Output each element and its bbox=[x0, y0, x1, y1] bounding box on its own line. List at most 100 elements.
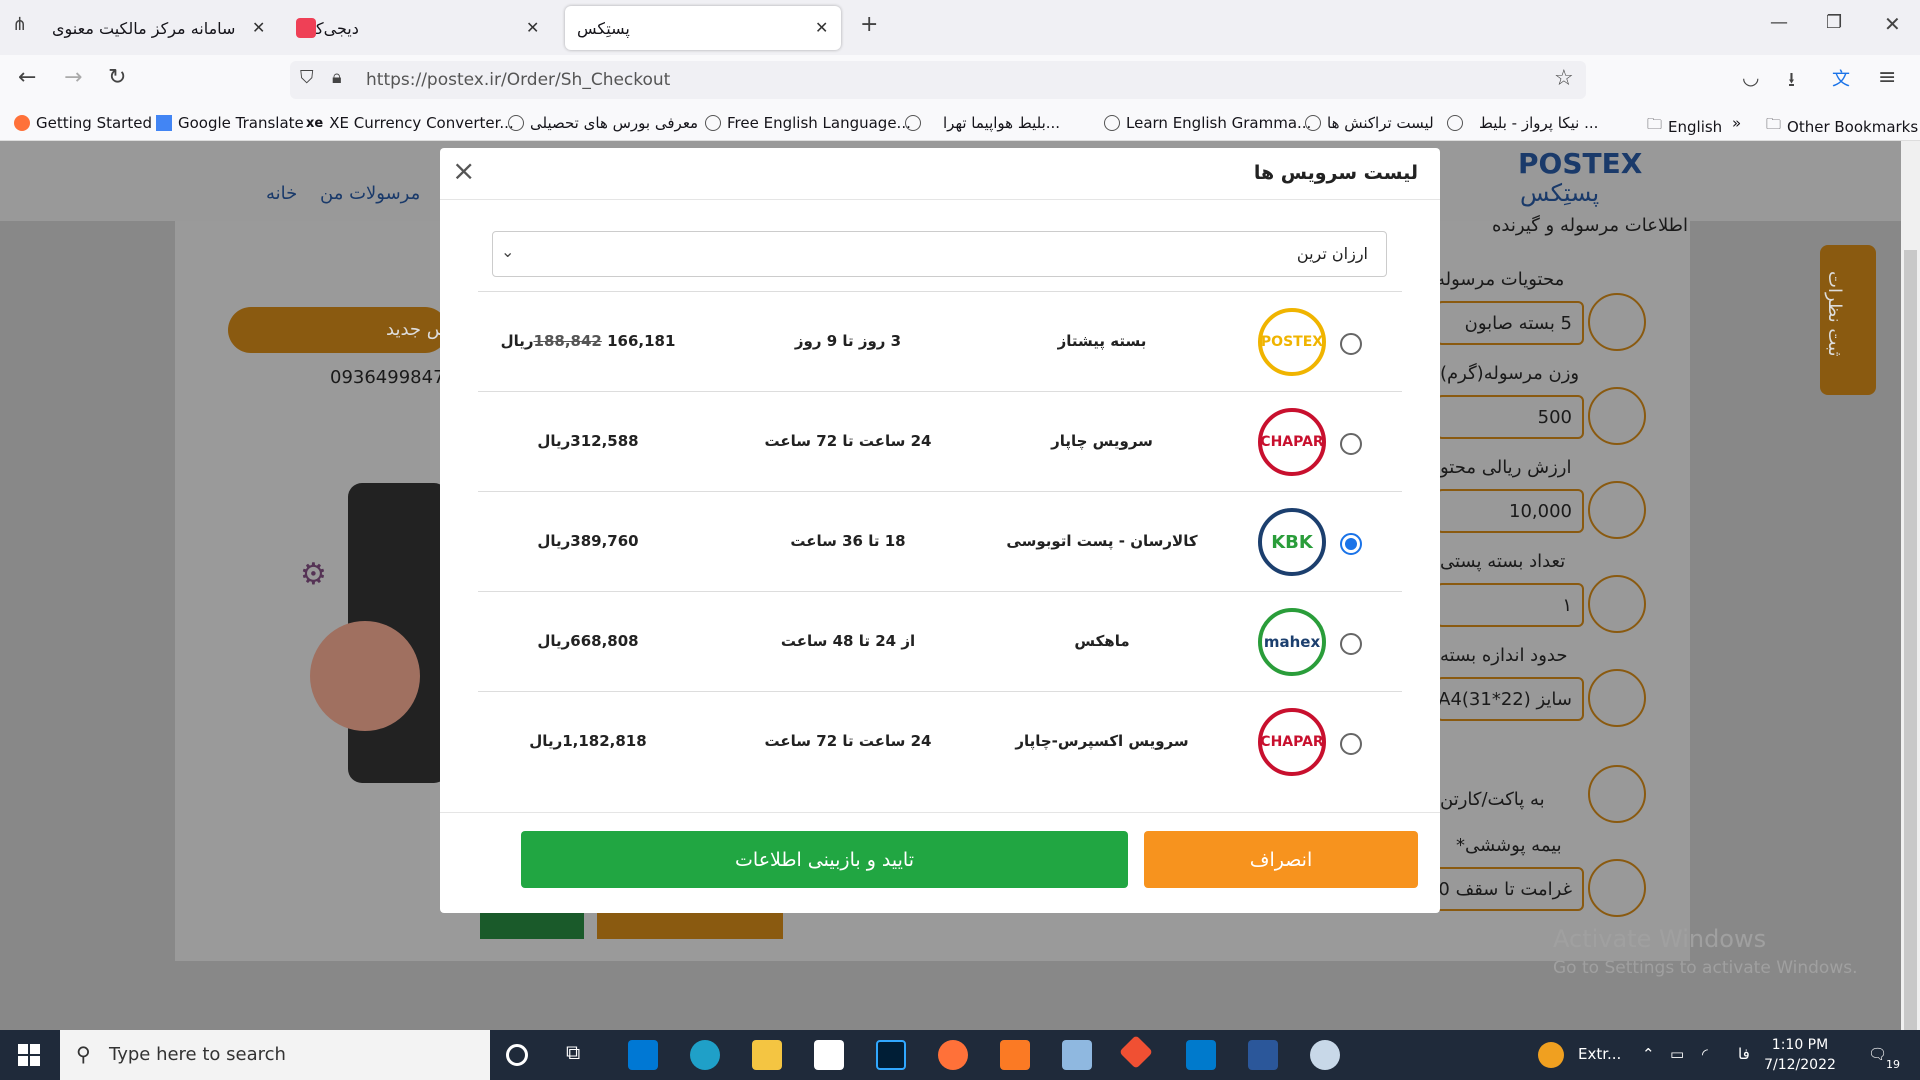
notification-icon[interactable]: 🗨︎ bbox=[1868, 1045, 1887, 1063]
bookmark-google-translate[interactable]: Google Translate bbox=[156, 114, 304, 132]
windows-start-icon[interactable] bbox=[18, 1044, 40, 1066]
nav-home[interactable]: خانه bbox=[266, 183, 297, 204]
cancel-button[interactable]: انصراف bbox=[1144, 831, 1418, 888]
uv-weather-icon[interactable] bbox=[1538, 1042, 1564, 1068]
weight-field[interactable]: 500 bbox=[1436, 395, 1584, 439]
mail-icon[interactable] bbox=[814, 1040, 844, 1070]
count-label: تعداد بسته پستی bbox=[1440, 551, 1566, 572]
vscode-icon[interactable] bbox=[1186, 1040, 1216, 1070]
chevron-up-icon[interactable]: ⌃ bbox=[1642, 1045, 1655, 1063]
clock-date: 7/12/2022 bbox=[1764, 1057, 1836, 1073]
search-icon: ⚲ bbox=[76, 1042, 91, 1066]
reload-icon[interactable]: ↻ bbox=[108, 65, 126, 90]
language-indicator[interactable]: فا bbox=[1738, 1045, 1750, 1063]
confirm-button[interactable]: تایید و بازبینی اطلاعات bbox=[521, 831, 1128, 888]
service-row[interactable]: CHAPAR سرویس چاپار 24 ساعت تا 72 ساعت 31… bbox=[478, 391, 1402, 491]
minimize-icon[interactable]: — bbox=[1770, 12, 1788, 33]
bookmark-free-english[interactable]: Free English Language... bbox=[705, 114, 911, 132]
close-icon[interactable]: ✕ bbox=[815, 18, 828, 37]
service-time: 24 ساعت تا 72 ساعت bbox=[764, 432, 932, 450]
tray-weather-text[interactable]: Extr... bbox=[1578, 1045, 1621, 1063]
close-icon[interactable]: ✕ bbox=[252, 18, 265, 37]
count-field[interactable]: ١ bbox=[1436, 583, 1584, 627]
service-row[interactable]: KBK کالارسان - پست اتوبوسی 18 تا 36 ساعت… bbox=[478, 491, 1402, 591]
git-icon[interactable] bbox=[1119, 1035, 1153, 1069]
bookmark-scholarship[interactable]: معرفی بورس های تحصیلی bbox=[508, 114, 698, 132]
money-bag-icon bbox=[1588, 481, 1646, 539]
restore-icon[interactable]: ❐ bbox=[1826, 12, 1842, 33]
service-radio[interactable] bbox=[1340, 433, 1362, 455]
task-view-icon[interactable]: ⧉ bbox=[566, 1040, 596, 1070]
more-bookmarks-icon[interactable]: » bbox=[1732, 114, 1741, 132]
edge-icon[interactable] bbox=[690, 1040, 720, 1070]
store-icon[interactable] bbox=[628, 1040, 658, 1070]
shield-icon[interactable]: ⛉ bbox=[300, 67, 314, 88]
nav-parcels[interactable]: مرسولات من bbox=[320, 183, 420, 204]
tab-ipo[interactable]: سامانه مرکز مالکیت معنوی ✕ bbox=[40, 6, 280, 50]
bookmark-flight[interactable]: بلیط هواپیما تهرا... bbox=[905, 114, 1060, 132]
translate-extension-icon[interactable]: 文 bbox=[1832, 65, 1850, 91]
packing-label: به پاکت/کارتن bbox=[1440, 789, 1545, 810]
new-tab-icon[interactable]: + bbox=[860, 12, 878, 37]
tab-list-icon[interactable]: ⋔ bbox=[12, 14, 27, 35]
contents-field[interactable]: 5 بسته صابون bbox=[1436, 301, 1584, 345]
insurance-icon bbox=[1588, 859, 1646, 917]
service-row[interactable]: mahex ماهکس از 24 تا 48 ساعت 668,808ریال bbox=[478, 591, 1402, 691]
close-icon[interactable]: ✕ bbox=[526, 18, 539, 37]
photoshop-icon[interactable] bbox=[876, 1040, 906, 1070]
bookmark-nika[interactable]: نیکا پرواز - بلیط ... bbox=[1447, 114, 1598, 132]
navigation-bar: ← → ↻ ⛉ 🔒︎ https://postex.ir/Order/Sh_Ch… bbox=[0, 55, 1920, 105]
bookmark-other[interactable]: 🗀︎ Other Bookmarks bbox=[1766, 114, 1918, 139]
url-text[interactable]: https://postex.ir/Order/Sh_Checkout bbox=[366, 70, 670, 90]
service-name: سرویس اکسپرس-چاپار bbox=[1015, 732, 1189, 750]
modal-title: لیست سرویس ها bbox=[1253, 162, 1418, 184]
bookmark-xe[interactable]: xe XE Currency Converter... bbox=[306, 114, 514, 132]
star-icon[interactable]: ☆ bbox=[1554, 66, 1574, 91]
service-radio[interactable] bbox=[1340, 633, 1362, 655]
value-field[interactable]: 10,000 bbox=[1436, 489, 1584, 533]
file-explorer-icon[interactable] bbox=[752, 1040, 782, 1070]
pocket-icon[interactable]: ◡ bbox=[1742, 65, 1759, 89]
tab-postex[interactable]: پستِکس ✕ bbox=[565, 6, 841, 50]
notepad-icon[interactable] bbox=[1062, 1040, 1092, 1070]
service-radio[interactable] bbox=[1340, 733, 1362, 755]
wifi-icon[interactable]: ◜ bbox=[1702, 1045, 1708, 1063]
bookmark-english-folder[interactable]: 🗀︎ English bbox=[1647, 114, 1722, 139]
taskbar-search[interactable]: ⚲ Type here to search bbox=[60, 1030, 490, 1080]
close-icon[interactable]: × bbox=[452, 154, 475, 187]
scrollbar-thumb[interactable] bbox=[1904, 250, 1917, 1030]
illustration-gear bbox=[310, 621, 420, 731]
size-label: حدود اندازه بسته bbox=[1440, 645, 1568, 666]
battery-icon[interactable]: ▭ bbox=[1670, 1045, 1684, 1063]
back-icon[interactable]: ← bbox=[18, 65, 36, 90]
service-name: کالارسان - پست اتوبوسی bbox=[1006, 532, 1198, 550]
postex-logo-icon: POSTEX bbox=[1258, 308, 1326, 376]
menu-icon[interactable]: ≡ bbox=[1878, 65, 1896, 90]
forward-icon[interactable]: → bbox=[64, 65, 82, 90]
service-name: ماهکس bbox=[1074, 632, 1130, 650]
bookmark-transactions[interactable]: لیست تراکنش ها bbox=[1305, 114, 1434, 132]
tab-digikala[interactable]: دیجی‌کالا ✕ bbox=[290, 6, 554, 50]
box-icon bbox=[1588, 293, 1646, 351]
word-icon[interactable] bbox=[1248, 1040, 1278, 1070]
xampp-icon[interactable] bbox=[1000, 1040, 1030, 1070]
url-bar[interactable]: ⛉ 🔒︎ https://postex.ir/Order/Sh_Checkout… bbox=[290, 61, 1586, 99]
service-row[interactable]: CHAPAR سرویس اکسپرس-چاپار 24 ساعت تا 72 … bbox=[478, 691, 1402, 791]
service-radio-selected[interactable] bbox=[1340, 533, 1362, 555]
cortana-icon[interactable] bbox=[506, 1044, 528, 1066]
sort-select[interactable]: ارزان ترین ⌄ bbox=[492, 231, 1387, 277]
service-radio[interactable] bbox=[1340, 333, 1362, 355]
close-window-icon[interactable]: ✕ bbox=[1884, 12, 1901, 36]
clock[interactable]: 1:10 PM 7/12/2022 bbox=[1760, 1035, 1840, 1075]
download-icon[interactable]: ⭳ bbox=[1788, 65, 1795, 99]
lock-icon[interactable]: 🔒︎ bbox=[332, 67, 342, 88]
service-row[interactable]: POSTEX بسته پیشتاز 3 روز تا 9 روز 166,18… bbox=[478, 291, 1402, 391]
value-label: ارزش ریالی محتو bbox=[1440, 457, 1572, 478]
service-price: 1,182,818ریال bbox=[529, 732, 647, 750]
brand-logo: POSTEX bbox=[1518, 147, 1643, 180]
bookmark-getting-started[interactable]: Getting Started bbox=[14, 114, 152, 132]
size-field[interactable]: سایز A4(31*22) bbox=[1436, 677, 1584, 721]
bookmark-learn-grammar[interactable]: Learn English Gramma... bbox=[1104, 114, 1311, 132]
firefox-icon[interactable] bbox=[938, 1040, 968, 1070]
paint-icon[interactable] bbox=[1310, 1040, 1340, 1070]
